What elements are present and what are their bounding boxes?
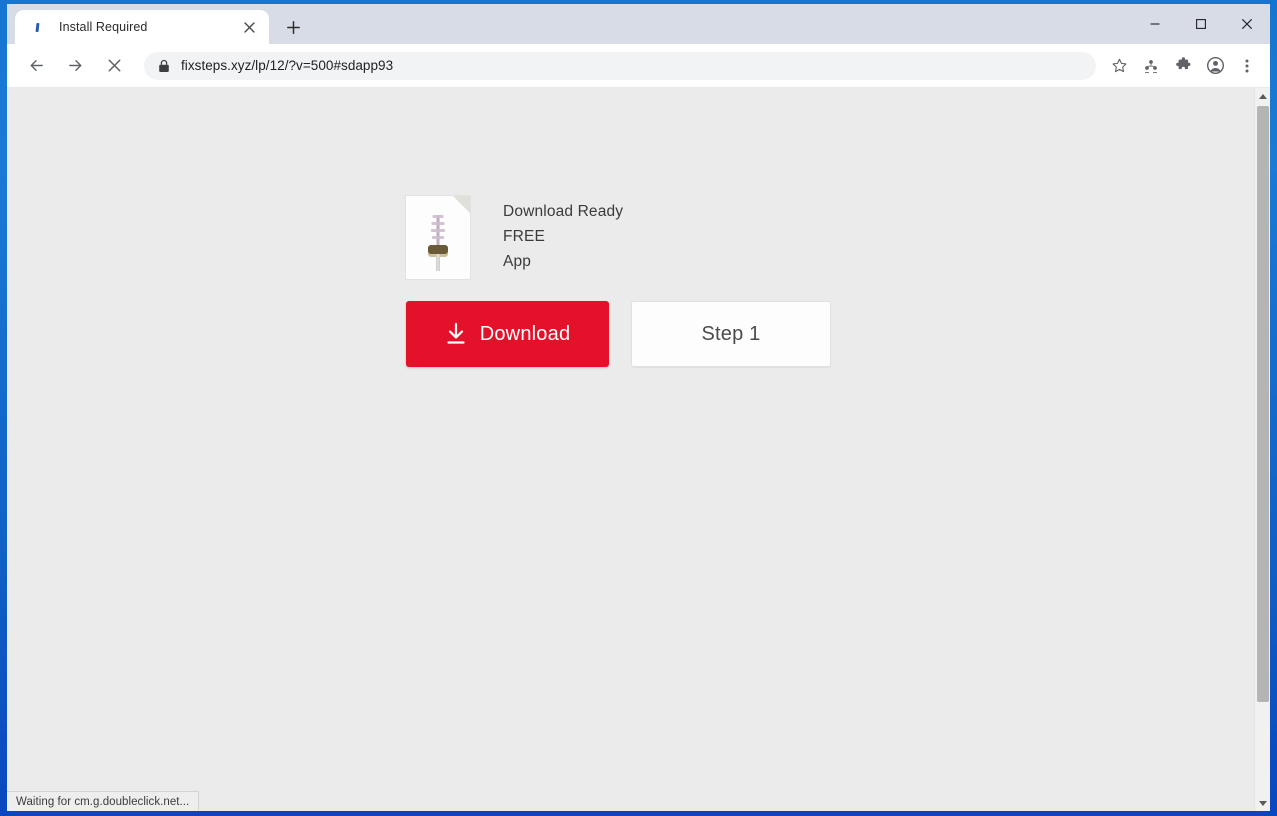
os-window: Install Required fixsteps.xyz/lp/12/?v=5… — [0, 0, 1277, 816]
tab-favicon-icon — [29, 19, 45, 35]
download-button[interactable]: Download — [406, 301, 609, 367]
browser-window: Install Required fixsteps.xyz/lp/12/?v=5… — [7, 4, 1270, 811]
vertical-scrollbar[interactable] — [1254, 88, 1270, 811]
more-menu-icon[interactable] — [1232, 51, 1262, 81]
url-text: fixsteps.xyz/lp/12/?v=500#sdapp93 — [181, 58, 394, 73]
document-file-icon — [406, 196, 470, 279]
profile-avatar-icon[interactable] — [1200, 51, 1230, 81]
status-text: Waiting for cm.g.doubleclick.net... — [16, 795, 190, 808]
close-icon[interactable] — [239, 17, 259, 37]
promo-header: Download Ready FREE App — [406, 196, 836, 279]
browser-toolbar: fixsteps.xyz/lp/12/?v=500#sdapp93 — [7, 44, 1270, 88]
step-button-label: Step 1 — [701, 322, 761, 345]
close-window-icon[interactable] — [1224, 6, 1270, 42]
download-arrow-icon — [445, 322, 467, 346]
scroll-down-arrow-icon[interactable] — [1255, 795, 1271, 811]
minimize-icon[interactable] — [1132, 6, 1178, 42]
promo-button-row: Download Step 1 — [406, 301, 836, 367]
new-tab-button[interactable] — [279, 13, 307, 41]
tab-strip: Install Required — [7, 4, 1270, 44]
file-glyph-graphic — [427, 213, 449, 271]
extensions-puzzle-icon[interactable] — [1168, 51, 1198, 81]
status-bubble: Waiting for cm.g.doubleclick.net... — [7, 791, 200, 811]
maximize-icon[interactable] — [1178, 6, 1224, 42]
back-arrow-icon[interactable] — [21, 51, 51, 81]
promo-line-type: App — [503, 253, 532, 270]
address-bar[interactable]: fixsteps.xyz/lp/12/?v=500#sdapp93 — [144, 51, 1096, 80]
tab-title: Install Required — [59, 20, 148, 34]
download-button-label: Download — [479, 322, 571, 345]
promo-line-price: FREE — [503, 228, 545, 245]
promo-text-block: Download Ready FREE App — [503, 196, 623, 274]
tab-install-required[interactable]: Install Required — [15, 10, 269, 44]
lock-icon — [158, 59, 170, 73]
promo-line-title: Download Ready — [503, 203, 624, 220]
step-button[interactable]: Step 1 — [631, 301, 831, 367]
stop-loading-icon[interactable] — [99, 51, 129, 81]
window-controls — [1132, 4, 1270, 44]
share-people-icon[interactable] — [1136, 51, 1166, 81]
download-promo-block: Download Ready FREE App Download Step 1 — [406, 196, 836, 367]
forward-arrow-icon[interactable] — [60, 51, 90, 81]
bookmark-star-icon[interactable] — [1104, 51, 1134, 81]
scrollbar-thumb[interactable] — [1257, 106, 1269, 702]
page-viewport: Download Ready FREE App Download Step 1 … — [7, 88, 1270, 811]
scroll-up-arrow-icon[interactable] — [1255, 88, 1271, 104]
page-content: Download Ready FREE App Download Step 1 … — [7, 88, 1254, 811]
